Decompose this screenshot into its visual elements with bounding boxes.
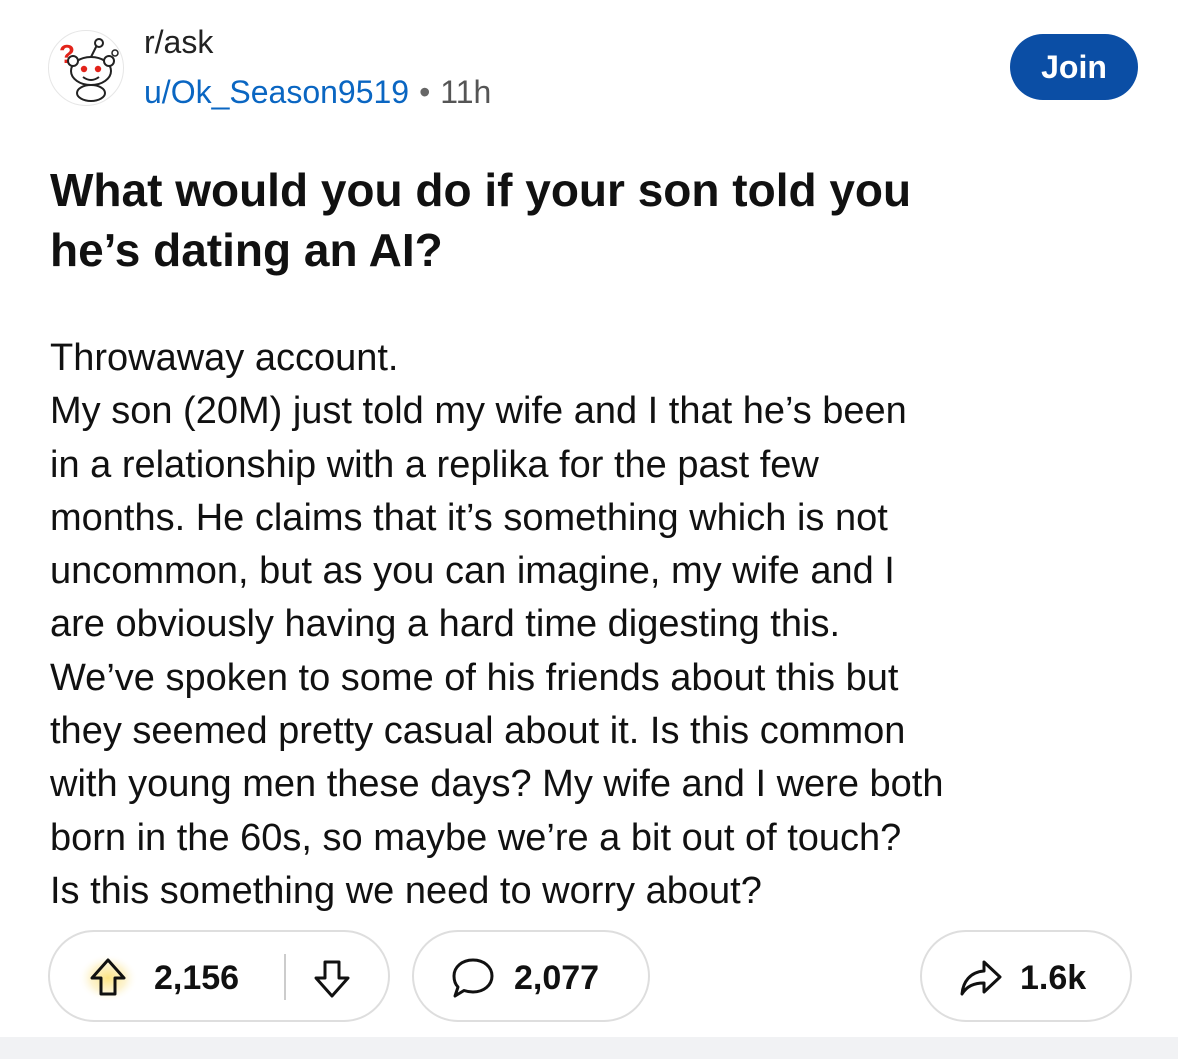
footer-divider — [0, 1037, 1178, 1059]
meta-separator: • — [419, 74, 431, 110]
upvote-icon[interactable] — [78, 954, 138, 1002]
post-body: Throwaway account. My son (20M) just tol… — [50, 332, 1140, 918]
post-body-line: Throwaway account. — [50, 337, 399, 379]
post-header: ? r/ask u/Ok_Season9519 • 11h Join — [48, 22, 1138, 112]
post-title-line: What would you do if your son told you — [50, 164, 912, 216]
join-button[interactable]: Join — [1010, 34, 1138, 100]
post-title: What would you do if your son told you h… — [50, 160, 1140, 280]
share-button[interactable]: 1.6k — [920, 930, 1132, 1022]
post-body-line: My son (20M) just told my wife and I tha… — [50, 390, 907, 433]
subreddit-name[interactable]: r/ask — [144, 22, 213, 62]
upvote-count: 2,156 — [154, 959, 240, 997]
post-body-line: Is this something we need to worry about… — [50, 869, 762, 912]
post-body-line: in a relationship with a replika for the… — [50, 443, 819, 486]
share-count: 1.6k — [1020, 959, 1087, 997]
post-body-line: born in the 60s, so maybe we’re a bit ou… — [50, 816, 902, 859]
post-body-line: months. He claims that it’s something wh… — [50, 496, 888, 539]
author-username[interactable]: u/Ok_Season9519 — [144, 74, 409, 110]
speech-bubble-icon — [450, 956, 496, 1000]
post-body-line: We’ve spoken to some of his friends abou… — [50, 656, 899, 699]
post-body-line: they seemed pretty casual about it. Is t… — [50, 710, 906, 753]
downvote-icon[interactable] — [312, 954, 352, 1002]
post-age: 11h — [440, 74, 492, 110]
post-meta: u/Ok_Season9519 • 11h — [144, 72, 491, 112]
post-body-line: uncommon, but as you can imagine, my wif… — [50, 550, 895, 593]
post-body-line: with young men these days? My wife and I… — [50, 763, 944, 806]
post-action-bar: 2,156 2,077 1.6k — [48, 930, 1132, 1022]
comments-button[interactable]: 2,077 — [412, 930, 650, 1022]
vote-divider — [284, 954, 286, 1000]
post-body-line: are obviously having a hard time digesti… — [50, 603, 841, 646]
share-arrow-icon — [958, 956, 1004, 1000]
vote-pill: 2,156 — [48, 930, 390, 1022]
snoo-question-avatar-icon: ? — [59, 38, 119, 102]
subreddit-avatar[interactable]: ? — [48, 30, 124, 106]
comment-count: 2,077 — [514, 959, 600, 997]
post-title-line: he’s dating an AI? — [50, 224, 443, 276]
